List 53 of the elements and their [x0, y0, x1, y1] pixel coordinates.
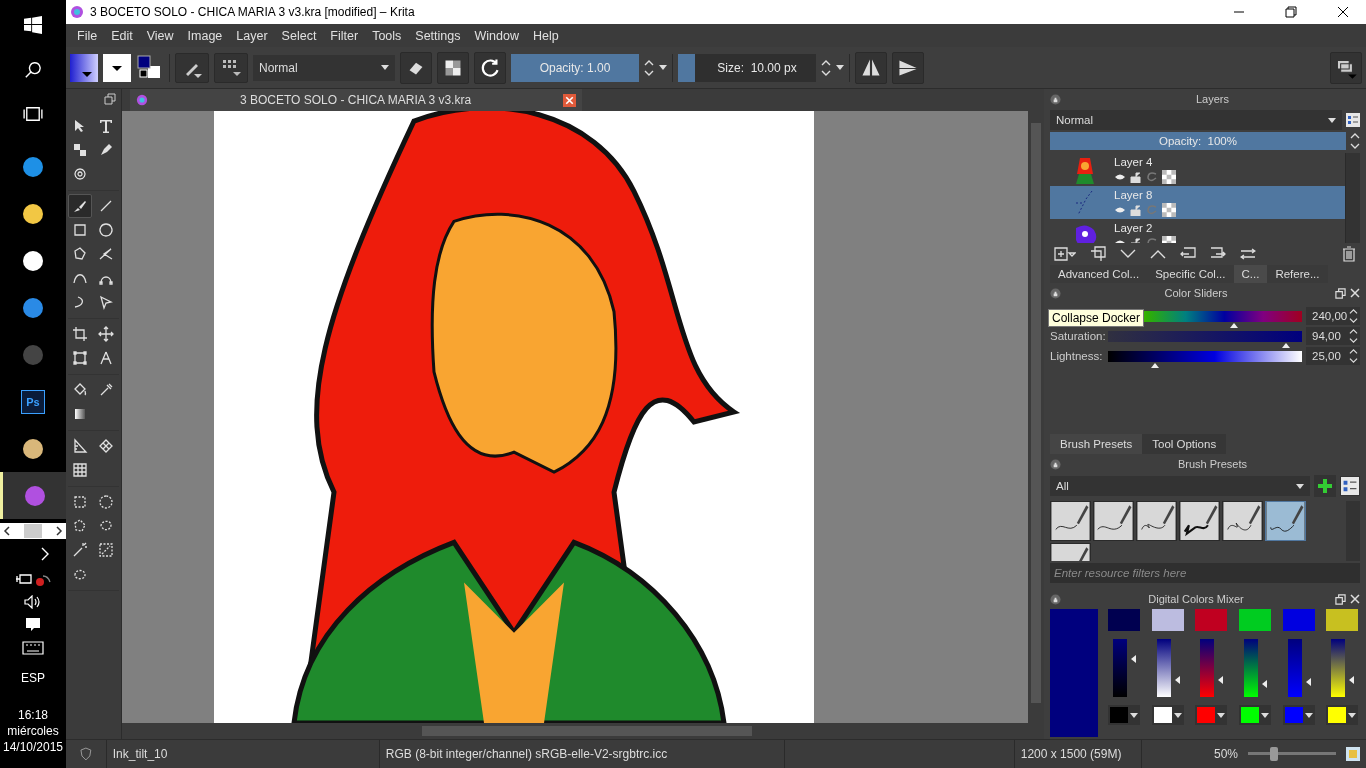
- docker-tab[interactable]: C...: [1233, 265, 1268, 283]
- menu-item[interactable]: File: [70, 28, 105, 43]
- blend-mode-dropdown[interactable]: Normal: [253, 54, 395, 81]
- zoom-level: 50%: [1212, 747, 1238, 761]
- slider-label: Lightness:: [1050, 350, 1104, 362]
- docker-title: Color Sliders: [1163, 287, 1229, 299]
- number-field[interactable]: 240,00: [1306, 307, 1360, 325]
- docker-title: Digital Colors Mixer: [1147, 593, 1245, 605]
- tag-dropdown[interactable]: All: [1050, 476, 1310, 496]
- document-tab[interactable]: 3 BOCETO SOLO - CHICA MARIA 3 v3.kra: [130, 89, 582, 111]
- status-image-size: 1200 x 1500 (59M): [1013, 740, 1141, 768]
- docker-tab[interactable]: Refere...: [1267, 265, 1328, 283]
- docker-title: Layers: [1195, 93, 1230, 105]
- menu-item[interactable]: View: [139, 28, 181, 43]
- window-title: 3 BOCETO SOLO - CHICA MARIA 3 v3.kra [modified] – Krita: [90, 5, 415, 19]
- menu-item[interactable]: Tools: [365, 28, 409, 43]
- clock-time: 16:18: [18, 707, 48, 723]
- layer-blend-dropdown[interactable]: Normal: [1050, 110, 1342, 130]
- status-brush-name: Ink_tilt_10: [105, 740, 379, 768]
- docker-tab[interactable]: Specific Col...: [1147, 265, 1234, 283]
- input-language[interactable]: ESP: [21, 671, 45, 685]
- docker-title: Brush Presets: [1176, 458, 1249, 470]
- layer-row[interactable]: Layer 4: [1050, 153, 1345, 186]
- docker-tab[interactable]: Advanced Col...: [1050, 265, 1148, 283]
- layer-opacity-slider[interactable]: Opacity: 100%: [1050, 132, 1346, 150]
- layer-name: Layer 2: [1114, 221, 1154, 234]
- menu-item[interactable]: Filter: [323, 28, 366, 43]
- clock-day: miércoles: [7, 723, 59, 739]
- clock[interactable]: 16:18 miércoles 14/10/2015: [2, 707, 64, 755]
- menu-item[interactable]: Settings: [408, 28, 468, 43]
- number-field[interactable]: 94,00: [1306, 327, 1360, 345]
- tooltip: Collapse Docker: [1048, 309, 1145, 327]
- menu-item[interactable]: Help: [525, 28, 566, 43]
- number-field[interactable]: 25,00: [1306, 347, 1360, 365]
- opacity-slider[interactable]: Opacity: 1.00: [511, 53, 639, 82]
- resource-filter-field[interactable]: Enter resource filters here: [1050, 563, 1360, 583]
- menu-item[interactable]: Edit: [104, 28, 140, 43]
- menu-item[interactable]: Window: [467, 28, 526, 43]
- taskbar-button[interactable]: Ps: [0, 378, 66, 425]
- size-slider[interactable]: Size: 10.00 px: [678, 53, 816, 82]
- clock-date: 14/10/2015: [2, 739, 64, 755]
- menu-item[interactable]: Layer: [229, 28, 275, 43]
- docker-tab[interactable]: Brush Presets: [1050, 434, 1143, 454]
- app-tile-label: Ps: [21, 389, 45, 414]
- layer-row[interactable]: Layer 8: [1050, 186, 1345, 219]
- slider-label: Saturation:: [1050, 330, 1104, 342]
- layer-name: Layer 4: [1114, 155, 1154, 168]
- docker-tab[interactable]: Tool Options: [1142, 434, 1227, 454]
- menu-item[interactable]: Select: [274, 28, 324, 43]
- status-color-profile: RGB (8-bit integer/channel) sRGB-elle-V2-srgbtrc.icc: [378, 740, 784, 768]
- layer-row[interactable]: Layer 2: [1050, 219, 1345, 243]
- menu-item[interactable]: Image: [180, 28, 230, 43]
- layer-name: Layer 8: [1114, 188, 1154, 201]
